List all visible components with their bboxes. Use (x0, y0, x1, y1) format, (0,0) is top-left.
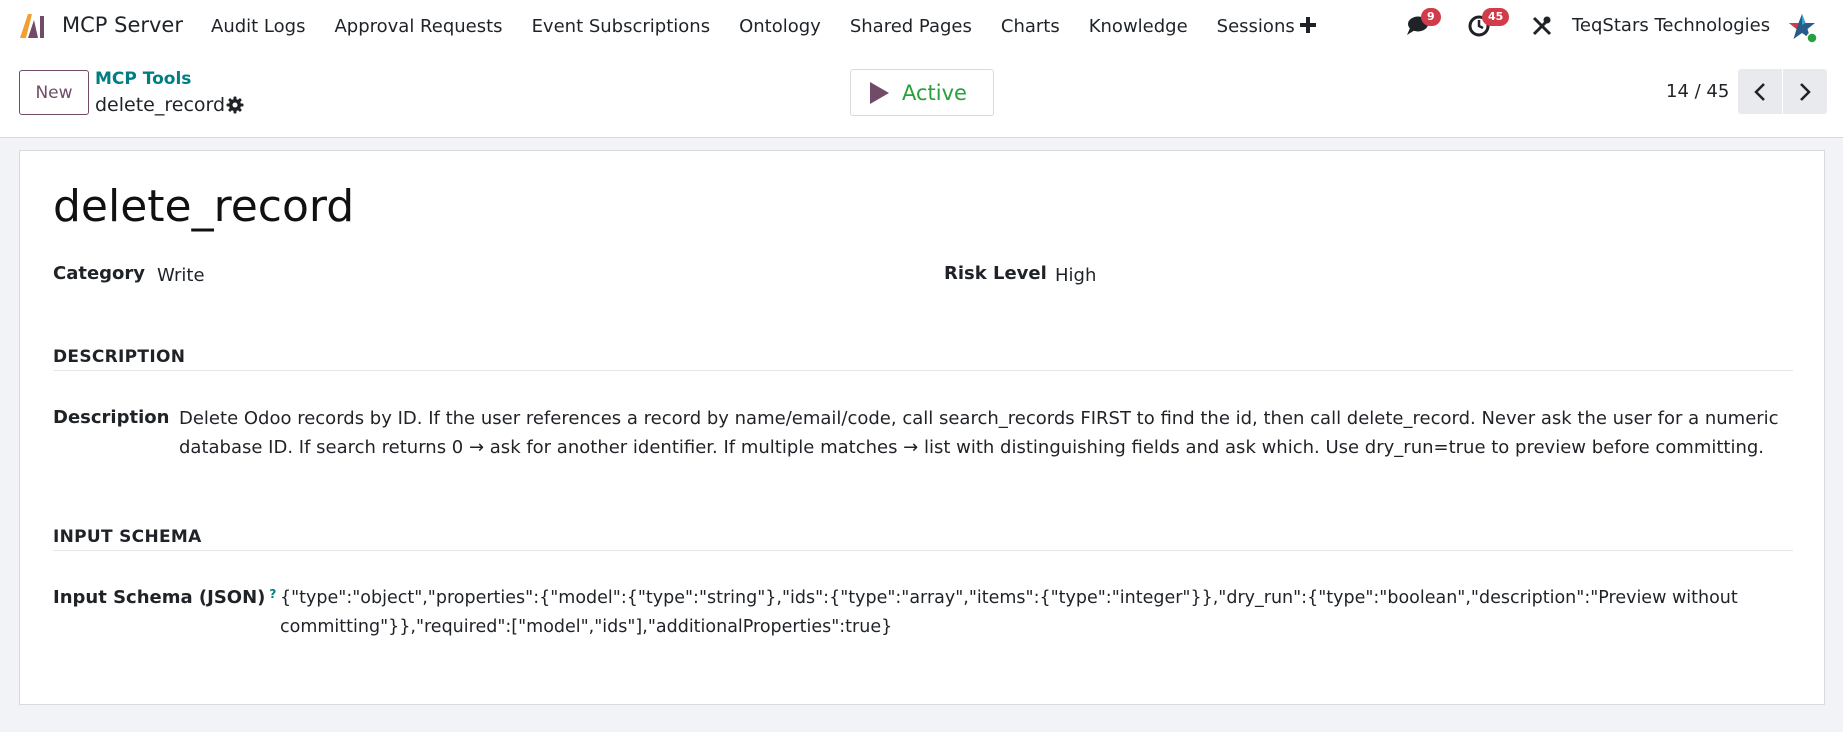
menu-item-knowledge[interactable]: Knowledge (1089, 16, 1188, 38)
description-field[interactable]: Delete Odoo records by ID. If the user r… (179, 404, 1799, 462)
input-schema-section-title: INPUT SCHEMA (53, 527, 202, 547)
plus-icon[interactable] (1297, 14, 1319, 36)
control-panel: New MCP Tools delete_record Active 14 / … (0, 52, 1843, 138)
section-divider (53, 370, 1793, 371)
new-button[interactable]: New (19, 70, 89, 115)
input-schema-label-text: Input Schema (JSON) (53, 587, 266, 608)
risk-level-field[interactable]: High (1055, 265, 1096, 286)
main-menu: Audit Logs Approval Requests Event Subsc… (211, 16, 1324, 38)
menu-item-approval-requests[interactable]: Approval Requests (334, 16, 502, 38)
status-label: Active (902, 80, 967, 105)
messages-badge: 9 (1421, 8, 1441, 26)
menu-item-shared-pages[interactable]: Shared Pages (850, 16, 972, 38)
menu-item-charts[interactable]: Charts (1001, 16, 1060, 38)
input-schema-field[interactable]: {"type":"object","properties":{"model":{… (280, 584, 1810, 642)
risk-level-label: Risk Level (944, 263, 1047, 284)
menu-item-ontology[interactable]: Ontology (739, 16, 821, 38)
activities-badge: 45 (1482, 8, 1510, 26)
pager-previous-button[interactable] (1738, 69, 1782, 114)
schema-line: committing"}},"required":["model","ids"]… (280, 617, 893, 637)
activities-button[interactable]: 45 (1467, 8, 1510, 40)
description-line: database ID. If search returns 0 → ask f… (179, 437, 1765, 458)
chevron-left-icon (1754, 82, 1765, 101)
top-navbar: MCP Server Audit Logs Approval Requests … (0, 0, 1843, 52)
status-toggle-button[interactable]: Active (850, 69, 994, 116)
menu-item-sessions[interactable]: Sessions (1217, 16, 1295, 38)
schema-line: {"type":"object","properties":{"model":{… (280, 588, 1738, 608)
menu-item-audit-logs[interactable]: Audit Logs (211, 16, 305, 38)
gear-icon[interactable] (226, 96, 244, 114)
record-title[interactable]: delete_record (53, 181, 354, 232)
section-divider (53, 550, 1793, 551)
user-avatar[interactable] (1786, 12, 1818, 44)
pager-value[interactable]: 14 / 45 (1666, 81, 1729, 102)
form-sheet: delete_record Category Write Risk Level … (19, 150, 1825, 705)
play-icon (870, 81, 889, 104)
chevron-right-icon (1800, 82, 1811, 101)
category-field[interactable]: Write (157, 265, 205, 286)
app-logo-icon[interactable] (18, 12, 48, 40)
description-line: Delete Odoo records by ID. If the user r… (179, 408, 1779, 429)
company-switcher[interactable]: TeqStars Technologies (1572, 15, 1770, 36)
description-section-title: DESCRIPTION (53, 347, 186, 367)
breadcrumb-current: delete_record (95, 94, 226, 116)
help-tooltip-icon[interactable]: ? (269, 587, 276, 601)
pager-next-button[interactable] (1783, 69, 1827, 114)
menu-item-event-subscriptions[interactable]: Event Subscriptions (532, 16, 711, 38)
messages-button[interactable]: 9 (1404, 8, 1441, 40)
category-label: Category (53, 263, 146, 284)
breadcrumb-parent-link[interactable]: MCP Tools (95, 69, 191, 89)
input-schema-label: Input Schema (JSON)? (53, 587, 276, 608)
tools-icon[interactable] (1531, 15, 1553, 37)
app-name[interactable]: MCP Server (62, 13, 183, 37)
description-label: Description (53, 407, 170, 428)
